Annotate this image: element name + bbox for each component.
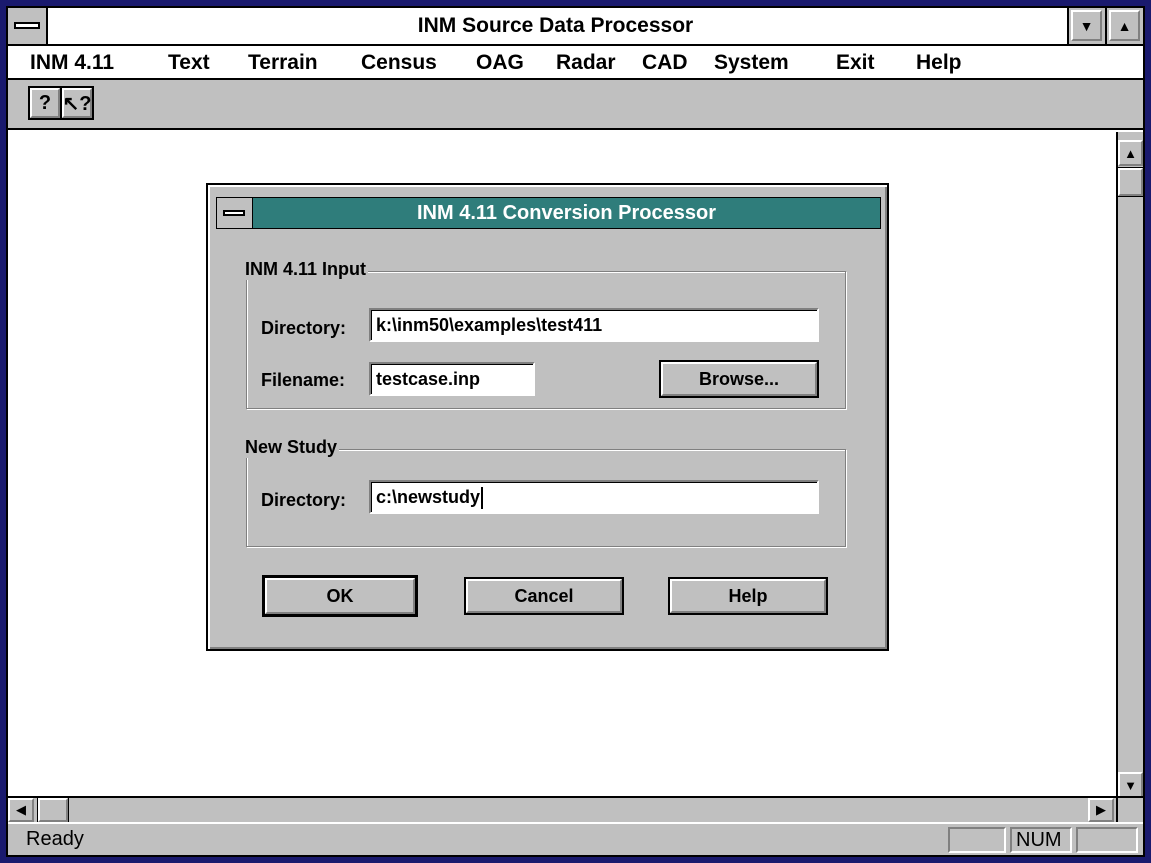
horizontal-scrollbar[interactable]: ◀ ▶	[8, 796, 1116, 823]
cancel-button[interactable]: Cancel	[464, 577, 624, 615]
input-filename-field[interactable]: testcase.inp	[369, 362, 535, 396]
title-bar[interactable]: INM Source Data Processor ▼ ▲	[8, 8, 1143, 46]
system-menu-icon[interactable]	[8, 8, 48, 44]
menu-help[interactable]: Help	[916, 46, 962, 80]
menu-bar: INM 4.11 Text Terrain Census OAG Radar C…	[8, 46, 1143, 80]
maximize-icon: ▲	[1109, 10, 1140, 41]
browse-button[interactable]: Browse...	[659, 360, 819, 398]
context-help-toolbar-button[interactable]: ↖?	[60, 86, 94, 120]
toolbar: ? ↖?	[8, 80, 1143, 130]
input-group-label: INM 4.11 Input	[243, 259, 369, 280]
cancel-button-label: Cancel	[466, 579, 622, 613]
window-title: INM Source Data Processor	[417, 14, 694, 37]
menu-oag[interactable]: OAG	[476, 46, 524, 80]
help-button[interactable]: Help	[668, 577, 828, 615]
ok-button-label: OK	[265, 578, 415, 614]
vertical-scroll-thumb[interactable]	[1117, 167, 1143, 197]
study-directory-label: Directory:	[261, 490, 347, 510]
help-button-label: Help	[670, 579, 826, 613]
menu-system[interactable]: System	[714, 46, 789, 80]
status-pane-num: NUM	[1010, 827, 1072, 853]
status-pane-caps	[948, 827, 1006, 853]
help-toolbar-button[interactable]: ?	[28, 86, 62, 120]
minimize-icon: ▼	[1071, 10, 1102, 41]
scroll-right-icon[interactable]: ▶	[1088, 798, 1114, 822]
status-bar: Ready NUM	[8, 822, 1143, 855]
dialog-title: INM 4.11 Conversion Processor	[416, 202, 716, 224]
new-study-group-label: New Study	[243, 437, 340, 458]
menu-cad[interactable]: CAD	[642, 46, 688, 80]
status-text: Ready	[26, 828, 84, 850]
scroll-up-icon[interactable]: ▲	[1118, 140, 1143, 166]
minimize-button[interactable]: ▼	[1067, 8, 1105, 44]
vertical-scrollbar[interactable]: ▲ ▼	[1116, 132, 1143, 798]
study-directory-field[interactable]: c:\newstudy	[369, 480, 819, 514]
menu-terrain[interactable]: Terrain	[248, 46, 318, 80]
dialog-title-bar[interactable]: INM 4.11 Conversion Processor	[216, 197, 881, 229]
input-filename-label: Filename:	[261, 370, 346, 390]
menu-exit[interactable]: Exit	[836, 46, 875, 80]
text-caret	[481, 487, 484, 510]
ok-button[interactable]: OK	[262, 575, 418, 617]
browse-button-label: Browse...	[661, 362, 817, 396]
menu-inm411[interactable]: INM 4.11	[30, 46, 114, 80]
menu-radar[interactable]: Radar	[556, 46, 616, 80]
new-study-group: New Study Directory: c:\newstudy	[243, 437, 846, 547]
help-icon: ?	[30, 88, 60, 118]
scroll-down-icon[interactable]: ▼	[1118, 772, 1143, 798]
context-help-icon: ↖?	[62, 88, 92, 118]
dialog-system-menu-icon[interactable]	[217, 198, 253, 228]
study-directory-value: c:\newstudy	[376, 487, 481, 507]
scrollbar-corner	[1116, 796, 1143, 822]
input-group: INM 4.11 Input Directory: k:\inm50\examp…	[243, 259, 846, 409]
horizontal-scroll-thumb[interactable]	[37, 797, 69, 823]
status-pane-scroll	[1076, 827, 1138, 853]
app-window: INM Source Data Processor ▼ ▲ INM 4.11 T…	[6, 6, 1145, 857]
input-directory-label: Directory:	[261, 318, 347, 338]
conversion-dialog: INM 4.11 Conversion Processor INM 4.11 I…	[206, 183, 889, 651]
window-frame: INM Source Data Processor ▼ ▲ INM 4.11 T…	[0, 0, 1151, 863]
menu-text[interactable]: Text	[168, 46, 210, 80]
dialog-system-menu-bar	[223, 210, 245, 216]
scroll-left-icon[interactable]: ◀	[8, 798, 34, 822]
maximize-button[interactable]: ▲	[1105, 8, 1143, 44]
system-menu-bar	[14, 22, 40, 29]
input-directory-field[interactable]: k:\inm50\examples\test411	[369, 308, 819, 342]
menu-census[interactable]: Census	[361, 46, 437, 80]
